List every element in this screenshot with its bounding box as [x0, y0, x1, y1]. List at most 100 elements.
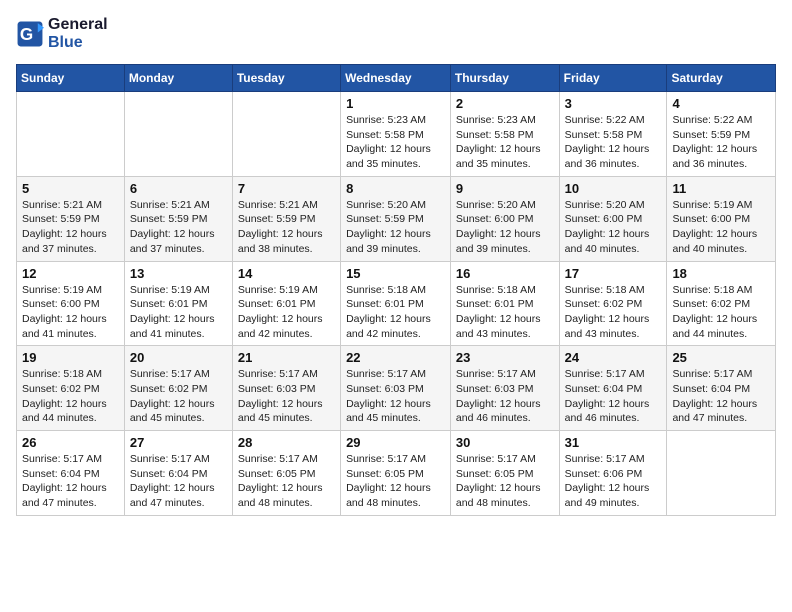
calendar-cell: 11 Sunrise: 5:19 AMSunset: 6:00 PMDayligh… [667, 176, 776, 261]
day-info: Sunrise: 5:18 AMSunset: 6:02 PMDaylight:… [565, 283, 662, 342]
logo: G General Blue [16, 16, 108, 52]
calendar-cell: 3Sunrise: 5:22 AMSunset: 5:58 PMDaylight… [559, 92, 667, 177]
calendar-cell: 7 Sunrise: 5:21 AMSunset: 5:59 PMDaylight… [232, 176, 340, 261]
day-info: Sunrise: 5:20 AMSunset: 6:00 PMDaylight:… [565, 198, 662, 257]
day-number: 9 [456, 181, 554, 196]
weekday-header-wednesday: Wednesday [341, 65, 451, 92]
weekday-header-row: SundayMondayTuesdayWednesdayThursdayFrid… [17, 65, 776, 92]
day-number: 13 [130, 266, 227, 281]
day-info: Sunrise: 5:19 AMSunset: 6:00 PMDaylight:… [22, 283, 119, 342]
day-info: Sunrise: 5:17 AMSunset: 6:03 PMDaylight:… [238, 367, 335, 426]
day-info: Sunrise: 5:17 AMSunset: 6:05 PMDaylight:… [346, 452, 445, 511]
calendar-cell: 12 Sunrise: 5:19 AMSunset: 6:00 PMDayligh… [17, 261, 125, 346]
day-info: Sunrise: 5:17 AMSunset: 6:06 PMDaylight:… [565, 452, 662, 511]
day-number: 18 [672, 266, 770, 281]
logo-text: General Blue [48, 16, 108, 52]
calendar-cell: 25 Sunrise: 5:17 AMSunset: 6:04 PMDayligh… [667, 346, 776, 431]
calendar-week-row: 26 Sunrise: 5:17 AMSunset: 6:04 PMDayligh… [17, 431, 776, 516]
day-info: Sunrise: 5:23 AMSunset: 5:58 PMDaylight:… [456, 113, 554, 172]
day-number: 29 [346, 435, 445, 450]
calendar-cell: 16Sunrise: 5:18 AMSunset: 6:01 PMDayligh… [450, 261, 559, 346]
day-number: 27 [130, 435, 227, 450]
day-number: 6 [130, 181, 227, 196]
calendar-cell: 4Sunrise: 5:22 AMSunset: 5:59 PMDaylight… [667, 92, 776, 177]
calendar-week-row: 12 Sunrise: 5:19 AMSunset: 6:00 PMDayligh… [17, 261, 776, 346]
svg-text:G: G [20, 25, 33, 44]
calendar-cell: 10 Sunrise: 5:20 AMSunset: 6:00 PMDayligh… [559, 176, 667, 261]
day-number: 1 [346, 96, 445, 111]
weekday-header-tuesday: Tuesday [232, 65, 340, 92]
calendar-cell [232, 92, 340, 177]
calendar-cell: 30 Sunrise: 5:17 AMSunset: 6:05 PMDayligh… [450, 431, 559, 516]
calendar-cell: 26Sunrise: 5:17 AMSunset: 6:04 PMDayligh… [17, 431, 125, 516]
calendar-cell: 28 Sunrise: 5:17 AMSunset: 6:05 PMDayligh… [232, 431, 340, 516]
calendar-cell [17, 92, 125, 177]
day-number: 31 [565, 435, 662, 450]
day-number: 21 [238, 350, 335, 365]
calendar-cell: 5Sunrise: 5:21 AMSunset: 5:59 PMDaylight… [17, 176, 125, 261]
calendar-cell: 27 Sunrise: 5:17 AMSunset: 6:04 PMDayligh… [124, 431, 232, 516]
day-info: Sunrise: 5:18 AMSunset: 6:02 PMDaylight:… [22, 367, 119, 426]
day-info: Sunrise: 5:22 AMSunset: 5:58 PMDaylight:… [565, 113, 662, 172]
calendar-cell: 9 Sunrise: 5:20 AMSunset: 6:00 PMDaylight… [450, 176, 559, 261]
day-info: Sunrise: 5:17 AMSunset: 6:04 PMDaylight:… [565, 367, 662, 426]
day-info: Sunrise: 5:20 AMSunset: 6:00 PMDaylight:… [456, 198, 554, 257]
day-number: 14 [238, 266, 335, 281]
day-info: Sunrise: 5:17 AMSunset: 6:02 PMDaylight:… [130, 367, 227, 426]
calendar-cell: 1 Sunrise: 5:23 AMSunset: 5:58 PMDaylight… [341, 92, 451, 177]
day-info: Sunrise: 5:17 AMSunset: 6:04 PMDaylight:… [672, 367, 770, 426]
calendar-cell: 17 Sunrise: 5:18 AMSunset: 6:02 PMDayligh… [559, 261, 667, 346]
day-number: 11 [672, 181, 770, 196]
day-number: 25 [672, 350, 770, 365]
day-number: 12 [22, 266, 119, 281]
day-number: 16 [456, 266, 554, 281]
calendar-cell: 31 Sunrise: 5:17 AMSunset: 6:06 PMDayligh… [559, 431, 667, 516]
page-header: G General Blue [16, 16, 776, 52]
calendar-cell: 24 Sunrise: 5:17 AMSunset: 6:04 PMDayligh… [559, 346, 667, 431]
day-info: Sunrise: 5:21 AMSunset: 5:59 PMDaylight:… [22, 198, 119, 257]
calendar-cell [667, 431, 776, 516]
day-info: Sunrise: 5:18 AMSunset: 6:01 PMDaylight:… [346, 283, 445, 342]
day-number: 8 [346, 181, 445, 196]
day-number: 24 [565, 350, 662, 365]
day-info: Sunrise: 5:17 AMSunset: 6:03 PMDaylight:… [346, 367, 445, 426]
day-number: 26 [22, 435, 119, 450]
day-info: Sunrise: 5:17 AMSunset: 6:03 PMDaylight:… [456, 367, 554, 426]
calendar-cell: 14 Sunrise: 5:19 AMSunset: 6:01 PMDayligh… [232, 261, 340, 346]
day-info: Sunrise: 5:21 AMSunset: 5:59 PMDaylight:… [130, 198, 227, 257]
calendar-cell: 19Sunrise: 5:18 AMSunset: 6:02 PMDayligh… [17, 346, 125, 431]
day-number: 23 [456, 350, 554, 365]
weekday-header-thursday: Thursday [450, 65, 559, 92]
calendar-cell: 23 Sunrise: 5:17 AMSunset: 6:03 PMDayligh… [450, 346, 559, 431]
calendar-week-row: 5Sunrise: 5:21 AMSunset: 5:59 PMDaylight… [17, 176, 776, 261]
calendar-week-row: 1 Sunrise: 5:23 AMSunset: 5:58 PMDaylight… [17, 92, 776, 177]
day-number: 15 [346, 266, 445, 281]
day-info: Sunrise: 5:17 AMSunset: 6:05 PMDaylight:… [238, 452, 335, 511]
weekday-header-sunday: Sunday [17, 65, 125, 92]
calendar-cell: 18Sunrise: 5:18 AMSunset: 6:02 PMDayligh… [667, 261, 776, 346]
day-info: Sunrise: 5:17 AMSunset: 6:05 PMDaylight:… [456, 452, 554, 511]
day-number: 20 [130, 350, 227, 365]
day-number: 7 [238, 181, 335, 196]
day-number: 10 [565, 181, 662, 196]
calendar-cell [124, 92, 232, 177]
day-info: Sunrise: 5:19 AMSunset: 6:01 PMDaylight:… [238, 283, 335, 342]
day-number: 28 [238, 435, 335, 450]
calendar-cell: 29 Sunrise: 5:17 AMSunset: 6:05 PMDayligh… [341, 431, 451, 516]
day-info: Sunrise: 5:23 AMSunset: 5:58 PMDaylight:… [346, 113, 445, 172]
calendar-cell: 13 Sunrise: 5:19 AMSunset: 6:01 PMDayligh… [124, 261, 232, 346]
day-info: Sunrise: 5:22 AMSunset: 5:59 PMDaylight:… [672, 113, 770, 172]
day-number: 17 [565, 266, 662, 281]
day-number: 30 [456, 435, 554, 450]
day-info: Sunrise: 5:21 AMSunset: 5:59 PMDaylight:… [238, 198, 335, 257]
calendar-cell: 6 Sunrise: 5:21 AMSunset: 5:59 PMDaylight… [124, 176, 232, 261]
calendar-cell: 21 Sunrise: 5:17 AMSunset: 6:03 PMDayligh… [232, 346, 340, 431]
weekday-header-friday: Friday [559, 65, 667, 92]
day-info: Sunrise: 5:19 AMSunset: 6:00 PMDaylight:… [672, 198, 770, 257]
logo-icon: G [16, 20, 44, 48]
calendar-table: SundayMondayTuesdayWednesdayThursdayFrid… [16, 64, 776, 516]
day-info: Sunrise: 5:17 AMSunset: 6:04 PMDaylight:… [130, 452, 227, 511]
calendar-cell: 20 Sunrise: 5:17 AMSunset: 6:02 PMDayligh… [124, 346, 232, 431]
day-info: Sunrise: 5:19 AMSunset: 6:01 PMDaylight:… [130, 283, 227, 342]
calendar-cell: 8Sunrise: 5:20 AMSunset: 5:59 PMDaylight… [341, 176, 451, 261]
